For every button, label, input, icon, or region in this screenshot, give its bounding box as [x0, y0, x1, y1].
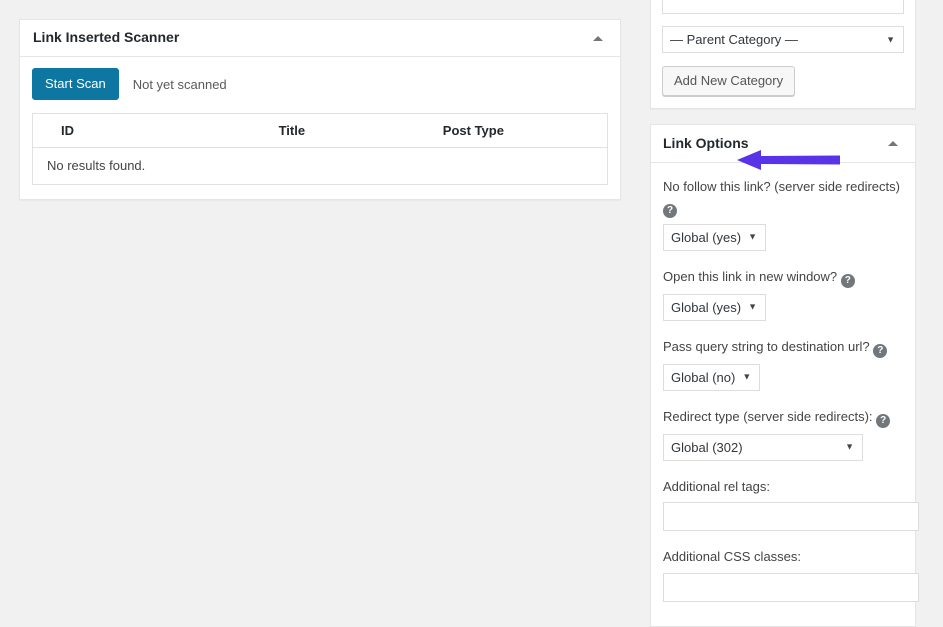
- redirect-type-select[interactable]: Global (302) ▼: [663, 434, 863, 461]
- scanner-panel-header[interactable]: Link Inserted Scanner: [20, 20, 620, 57]
- field-additional-css-classes: Additional CSS classes:: [663, 547, 903, 602]
- help-icon[interactable]: ?: [876, 414, 890, 428]
- field-label-pass-query-string: Pass query string to destination url? ?: [663, 337, 903, 358]
- link-options-body: No follow this link? (server side redire…: [651, 163, 915, 626]
- scan-results-table: ID Title Post Type No results found.: [32, 113, 608, 185]
- scan-status-text: Not yet scanned: [133, 77, 227, 92]
- empty-state-message: No results found.: [33, 148, 608, 185]
- parent-category-value: — Parent Category —: [670, 32, 798, 47]
- page-title: Link Inserted Scanner: [33, 28, 179, 48]
- column-header-post-type: Post Type: [443, 114, 608, 148]
- new-window-select[interactable]: Global (yes) ▼: [663, 294, 766, 321]
- field-no-follow: No follow this link? (server side redire…: [663, 177, 903, 251]
- help-icon[interactable]: ?: [873, 344, 887, 358]
- scan-control-row: Start Scan Not yet scanned: [32, 68, 608, 100]
- label-text: Open this link in new window?: [663, 269, 837, 284]
- parent-category-select[interactable]: — Parent Category — ▼: [662, 26, 904, 53]
- link-options-panel: Link Options No follow this link? (serve…: [650, 124, 916, 627]
- table-header-row: ID Title Post Type: [33, 114, 608, 148]
- field-label-additional-css-classes: Additional CSS classes:: [663, 547, 903, 567]
- caret-up-icon[interactable]: [588, 28, 608, 48]
- link-inserted-scanner-panel: Link Inserted Scanner Start Scan Not yet…: [19, 19, 621, 200]
- field-label-new-window: Open this link in new window? ?: [663, 267, 903, 288]
- chevron-down-icon: ▼: [748, 233, 757, 242]
- help-icon[interactable]: ?: [663, 204, 677, 218]
- table-row: No results found.: [33, 148, 608, 185]
- caret-up-glyph: [593, 36, 603, 41]
- add-new-category-button[interactable]: Add New Category: [662, 66, 795, 96]
- chevron-down-icon: ▼: [845, 443, 854, 452]
- no-follow-value: Global (yes): [671, 230, 741, 245]
- chevron-down-icon: ▼: [886, 35, 895, 44]
- field-label-no-follow: No follow this link? (server side redire…: [663, 177, 903, 218]
- link-options-title: Link Options: [663, 134, 749, 154]
- column-header-id: ID: [33, 114, 279, 148]
- pass-query-string-value: Global (no): [671, 370, 735, 385]
- label-text: Redirect type (server side redirects):: [663, 409, 873, 424]
- caret-up-glyph: [888, 141, 898, 146]
- caret-up-icon[interactable]: [883, 134, 903, 154]
- no-follow-select[interactable]: Global (yes) ▼: [663, 224, 766, 251]
- field-additional-rel-tags: Additional rel tags:: [663, 477, 903, 532]
- column-header-title: Title: [279, 114, 443, 148]
- new-window-value: Global (yes): [671, 300, 741, 315]
- help-icon[interactable]: ?: [841, 274, 855, 288]
- scan-results-head: ID Title Post Type: [33, 114, 608, 148]
- link-options-header[interactable]: Link Options: [651, 125, 915, 163]
- chevron-down-icon: ▼: [742, 373, 751, 382]
- chevron-down-icon: ▼: [748, 303, 757, 312]
- label-text: No follow this link? (server side redire…: [663, 179, 900, 194]
- field-new-window: Open this link in new window? ? Global (…: [663, 267, 903, 321]
- start-scan-button[interactable]: Start Scan: [32, 68, 119, 100]
- field-label-redirect-type: Redirect type (server side redirects): ?: [663, 407, 903, 428]
- additional-rel-tags-input[interactable]: [663, 502, 919, 531]
- right-sidebar: — Parent Category — ▼ Add New Category L…: [650, 0, 916, 627]
- category-panel: — Parent Category — ▼ Add New Category: [650, 0, 916, 109]
- scanner-panel-body: Start Scan Not yet scanned ID Title Post…: [20, 57, 620, 199]
- scan-results-body: No results found.: [33, 148, 608, 185]
- category-name-input[interactable]: [662, 0, 904, 14]
- pass-query-string-select[interactable]: Global (no) ▼: [663, 364, 760, 391]
- redirect-type-value: Global (302): [671, 440, 743, 455]
- field-pass-query-string: Pass query string to destination url? ? …: [663, 337, 903, 391]
- label-text: Pass query string to destination url?: [663, 339, 870, 354]
- field-label-additional-rel-tags: Additional rel tags:: [663, 477, 903, 497]
- field-redirect-type: Redirect type (server side redirects): ?…: [663, 407, 903, 461]
- additional-css-classes-input[interactable]: [663, 573, 919, 602]
- left-column: Link Inserted Scanner Start Scan Not yet…: [19, 19, 621, 200]
